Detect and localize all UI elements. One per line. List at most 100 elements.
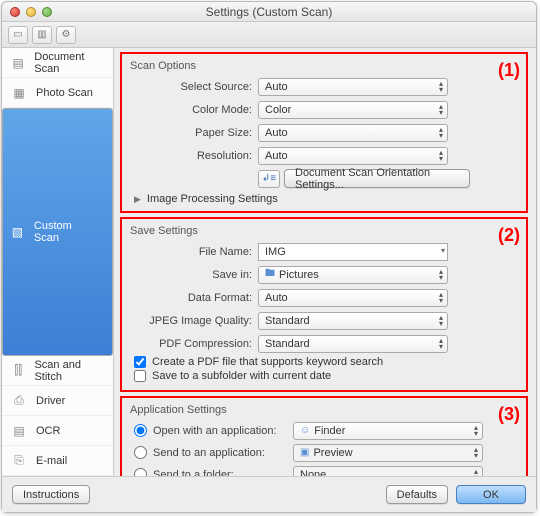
chevron-updown-icon: ▴▾ <box>439 81 443 93</box>
pdf-compression-value: Standard <box>265 338 310 350</box>
send-to-app-radio[interactable] <box>134 446 147 459</box>
color-mode-dropdown[interactable]: Color ▴▾ <box>258 101 448 119</box>
settings-window: Settings (Custom Scan) ▭ ▥ ⚙ ▤ Document … <box>1 1 537 513</box>
sidebar-item-label: E-mail <box>36 455 67 467</box>
image-processing-disclosure[interactable]: ▶ Image Processing Settings <box>134 193 520 205</box>
sidebar-item-scan-stitch[interactable]: ⫿⫿ Scan and Stitch <box>2 356 113 386</box>
scan-options-title: Scan Options <box>130 60 520 72</box>
data-format-value: Auto <box>265 292 288 304</box>
send-to-app-dropdown[interactable]: ▣ Preview ▴▾ <box>293 444 483 462</box>
toolbar: ▭ ▥ ⚙ <box>2 22 536 48</box>
sidebar-item-document-scan[interactable]: ▤ Document Scan <box>2 48 113 78</box>
annotation-2: (2) <box>498 225 520 246</box>
sidebar-item-driver[interactable]: ⎙ Driver <box>2 386 113 416</box>
subfolder-checkbox-row[interactable]: Save to a subfolder with current date <box>134 370 520 382</box>
custom-scan-icon: ▧ <box>9 225 26 239</box>
jpeg-quality-label: JPEG Image Quality: <box>128 315 258 327</box>
keyword-search-checkbox-row[interactable]: Create a PDF file that supports keyword … <box>134 356 520 368</box>
ocr-icon: ▤ <box>10 424 28 438</box>
chevron-updown-icon: ▴▾ <box>439 127 443 139</box>
annotation-1: (1) <box>498 60 520 81</box>
chevron-updown-icon: ▴▾ <box>439 150 443 162</box>
folder-icon: 🖿 <box>265 266 275 283</box>
main-panel: (1) Scan Options Select Source: Auto ▴▾ C… <box>114 48 536 476</box>
send-to-folder-value: None <box>300 469 326 477</box>
save-in-dropdown[interactable]: 🖿Pictures▴▾ <box>258 266 448 284</box>
sidebar: ▤ Document Scan ▦ Photo Scan ▧ Custom Sc… <box>2 48 114 476</box>
window-title: Settings (Custom Scan) <box>2 5 536 19</box>
paper-size-dropdown[interactable]: Auto▴▾ <box>258 124 448 142</box>
file-name-value: IMG <box>265 246 286 258</box>
ok-label: OK <box>483 489 499 501</box>
scan-options-group: (1) Scan Options Select Source: Auto ▴▾ C… <box>120 52 528 213</box>
orientation-icon-button[interactable]: ↲≡ <box>258 170 280 188</box>
chevron-updown-icon: ▴▾ <box>439 315 443 327</box>
triangle-right-icon: ▶ <box>134 194 141 205</box>
resolution-dropdown[interactable]: Auto▴▾ <box>258 147 448 165</box>
pdf-compression-dropdown[interactable]: Standard ▴▾ <box>258 335 448 353</box>
select-source-dropdown[interactable]: Auto ▴▾ <box>258 78 448 96</box>
open-with-radio[interactable] <box>134 424 147 437</box>
image-processing-label: Image Processing Settings <box>147 193 278 205</box>
annotation-3: (3) <box>498 404 520 425</box>
application-settings-group: (3) Application Settings Open with an ap… <box>120 396 528 476</box>
ok-button[interactable]: OK <box>456 485 526 504</box>
document-icon: ▤ <box>10 56 26 70</box>
resolution-label: Resolution: <box>128 150 258 162</box>
stitch-icon: ⫿⫿ <box>10 364 26 378</box>
jpeg-quality-dropdown[interactable]: Standard▴▾ <box>258 312 448 330</box>
finder-icon: ☺ <box>300 425 310 436</box>
select-source-label: Select Source: <box>128 81 258 93</box>
sidebar-item-label: Photo Scan <box>36 87 93 99</box>
file-name-input[interactable]: IMG ▾ <box>258 243 448 261</box>
color-mode-label: Color Mode: <box>128 104 258 116</box>
chevron-updown-icon: ▴▾ <box>439 104 443 116</box>
keyword-search-checkbox[interactable] <box>134 356 146 368</box>
chevron-updown-icon: ▴▾ <box>474 425 478 437</box>
defaults-label: Defaults <box>397 489 437 501</box>
sidebar-item-label: Document Scan <box>34 51 105 75</box>
sidebar-item-photo-scan[interactable]: ▦ Photo Scan <box>2 78 113 108</box>
file-name-label: File Name: <box>128 246 258 258</box>
pdf-compression-label: PDF Compression: <box>128 338 258 350</box>
toolbar-prefs-button[interactable]: ⚙ <box>56 26 76 44</box>
send-to-folder-label: Send to a folder: <box>153 469 293 477</box>
sidebar-item-email[interactable]: ⎘ E-mail <box>2 446 113 476</box>
titlebar: Settings (Custom Scan) <box>2 2 536 22</box>
sidebar-item-custom-scan[interactable]: ▧ Custom Scan <box>2 108 113 356</box>
send-to-folder-dropdown[interactable]: None▴▾ <box>293 466 483 477</box>
subfolder-checkbox[interactable] <box>134 370 146 382</box>
send-to-app-label: Send to an application: <box>153 447 293 459</box>
data-format-dropdown[interactable]: Auto ▴▾ <box>258 289 448 307</box>
open-with-dropdown[interactable]: ☺ Finder ▴▾ <box>293 422 483 440</box>
save-settings-group: (2) Save Settings File Name: IMG▾ Save i… <box>120 217 528 392</box>
chevron-updown-icon: ▴▾ <box>474 447 478 459</box>
sidebar-item-ocr[interactable]: ▤ OCR <box>2 416 113 446</box>
open-with-value: Finder <box>314 425 345 437</box>
instructions-label: Instructions <box>23 489 79 501</box>
toolbar-scan-button[interactable]: ▭ <box>8 26 28 44</box>
send-to-folder-radio[interactable] <box>134 468 147 476</box>
save-settings-title: Save Settings <box>130 225 520 237</box>
send-to-app-value: Preview <box>313 447 352 459</box>
photo-icon: ▦ <box>10 86 28 100</box>
chevron-updown-icon: ▴▾ <box>439 338 443 350</box>
subfolder-label: Save to a subfolder with current date <box>152 370 331 382</box>
orientation-settings-button[interactable]: Document Scan Orientation Settings... <box>284 169 470 188</box>
driver-icon: ⎙ <box>10 394 28 408</box>
sidebar-item-label: Driver <box>36 395 65 407</box>
instructions-button[interactable]: Instructions <box>12 485 90 504</box>
color-mode-value: Color <box>265 104 291 116</box>
dropdown-arrow-icon: ▾ <box>441 246 445 255</box>
sidebar-item-label: OCR <box>36 425 60 437</box>
toolbar-save-button[interactable]: ▥ <box>32 26 52 44</box>
preview-icon: ▣ <box>300 447 309 458</box>
application-settings-title: Application Settings <box>130 404 520 416</box>
defaults-button[interactable]: Defaults <box>386 485 448 504</box>
email-icon: ⎘ <box>10 454 28 468</box>
footer: Instructions Defaults OK <box>2 476 536 512</box>
select-source-value: Auto <box>265 81 288 93</box>
chevron-updown-icon: ▴▾ <box>439 292 443 304</box>
sidebar-item-label: Scan and Stitch <box>34 359 105 383</box>
keyword-search-label: Create a PDF file that supports keyword … <box>152 356 383 368</box>
